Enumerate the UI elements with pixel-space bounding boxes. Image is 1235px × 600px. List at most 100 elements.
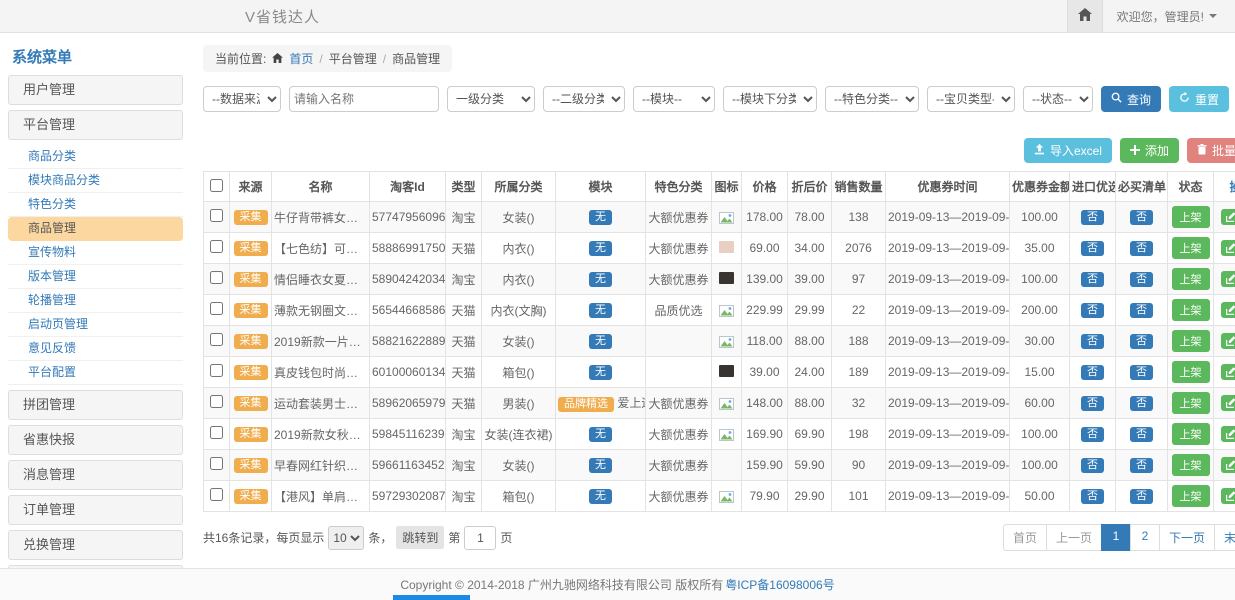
module-sub-category-select[interactable]: --模块下分类-- [723,86,817,112]
table-row: 采集早春网红针织外套女春...596611634525淘宝女装()无大额优惠券1… [204,450,1235,481]
sidebar-item-version-mgmt[interactable]: 版本管理 [8,265,183,289]
cell-discount-price: 39.00 [788,264,832,295]
sidebar-item-platform-mgmt[interactable]: 平台管理 [8,110,183,140]
sidebar-item-saving-news[interactable]: 省惠快报 [8,425,183,455]
cell-feature: 大额优惠券 [646,202,712,233]
batch-delete-button[interactable]: 批量删除 [1187,138,1235,163]
module-select[interactable]: --模块-- [633,86,715,112]
cell-feature: 大额优惠券 [646,450,712,481]
item-type-select[interactable]: --宝贝类型-- [927,86,1015,112]
edit-button[interactable] [1221,209,1235,225]
cell-feature: 品质优选 [646,295,712,326]
pager-item-末页[interactable]: 末页 [1214,524,1235,551]
row-checkbox[interactable] [210,209,223,222]
pager-item-1[interactable]: 1 [1101,524,1131,551]
cell-name: 【港风】单肩斜跨链条... [272,481,370,512]
page-body: 系统菜单 用户管理平台管理商品分类模块商品分类特色分类商品管理宣传物料版本管理轮… [0,33,1235,568]
pager-item-首页[interactable]: 首页 [1003,524,1047,551]
sidebar-item-splash-mgmt[interactable]: 启动页管理 [8,313,183,337]
pager-item-2[interactable]: 2 [1130,524,1160,551]
edit-button[interactable] [1221,333,1235,349]
sidebar-item-user-mgmt[interactable]: 用户管理 [8,75,183,105]
row-checkbox[interactable] [210,488,223,501]
feature-category-select[interactable]: --特色分类-- [825,86,919,112]
status-button[interactable]: 上架 [1172,423,1210,445]
row-checkbox[interactable] [210,426,223,439]
sidebar-item-feature-category[interactable]: 特色分类 [8,193,183,217]
row-checkbox[interactable] [210,395,223,408]
import-excel-button[interactable]: 导入excel [1024,138,1112,163]
status-button[interactable]: 上架 [1172,237,1210,259]
edit-button[interactable] [1221,364,1235,380]
edit-button[interactable] [1221,426,1235,442]
edit-button[interactable] [1221,240,1235,256]
table-row: 采集情侣睡衣女夏丝绸男士...589042420344淘宝内衣()无大额优惠券1… [204,264,1235,295]
main-content: 当前位置: 首页 / 平台管理 / 商品管理 --数据来源--一级分类--二级分… [183,33,1235,568]
cell-status: 上架 [1168,264,1214,295]
status-select[interactable]: --状态-- [1023,86,1093,112]
data-source-select[interactable]: --数据来源-- [203,86,281,112]
row-checkbox[interactable] [210,240,223,253]
status-button[interactable]: 上架 [1172,206,1210,228]
sidebar-item-exchange-mgmt[interactable]: 兑换管理 [8,530,183,560]
status-button[interactable]: 上架 [1172,485,1210,507]
sidebar-item-module-product-category[interactable]: 模块商品分类 [8,169,183,193]
row-checkbox[interactable] [210,271,223,284]
module-badge: 无 [589,272,612,287]
sidebar-item-platform-config[interactable]: 平台配置 [8,361,183,385]
status-button[interactable]: 上架 [1172,268,1210,290]
row-checkbox[interactable] [210,364,223,377]
table-row: 采集2019新款女秋薄款...598451162391淘宝女装(连衣裙)无大额优… [204,419,1235,450]
level2-category-select[interactable]: --二级分类-- [543,86,625,112]
cell-taoke-id: 577479560965 [370,202,446,233]
sidebar-item-carousel-mgmt[interactable]: 轮播管理 [8,289,183,313]
cell-import-select: 否 [1070,388,1116,419]
status-button[interactable]: 上架 [1172,299,1210,321]
icp-link[interactable]: 粤ICP备16098006号 [725,576,834,593]
name-input[interactable] [289,86,439,112]
edit-button[interactable] [1221,395,1235,411]
sidebar-item-group-buy-mgmt[interactable]: 拼团管理 [8,390,183,420]
jump-page-input[interactable] [464,526,496,550]
cell-status: 上架 [1168,388,1214,419]
home-button[interactable] [1067,0,1103,32]
status-button[interactable]: 上架 [1172,392,1210,414]
status-button[interactable]: 上架 [1172,330,1210,352]
reset-button[interactable]: 重置 [1169,86,1229,112]
level1-category-select[interactable]: 一级分类 [447,86,535,112]
edit-button[interactable] [1221,271,1235,287]
cell-price: 139.00 [742,264,788,295]
sidebar-item-order-mgmt[interactable]: 订单管理 [8,495,183,525]
sidebar-item-product-mgmt[interactable]: 商品管理 [8,217,183,241]
cell-coupon-amount: 35.00 [1010,233,1070,264]
sidebar-item-message-mgmt[interactable]: 消息管理 [8,460,183,490]
edit-button[interactable] [1221,302,1235,318]
col-header-module: 模块 [556,172,646,202]
import-select-badge: 否 [1081,303,1104,318]
cell-actions [1214,264,1235,295]
breadcrumb-home-link[interactable]: 首页 [289,50,313,67]
pager-item-上一页[interactable]: 上一页 [1046,524,1102,551]
sidebar-item-promo-material[interactable]: 宣传物料 [8,241,183,265]
pagination-summary: 共16条记录，每页显示 10 条， 跳转到 第 页 [203,526,512,550]
status-button[interactable]: 上架 [1172,454,1210,476]
add-button[interactable]: 添加 [1120,138,1179,163]
status-button[interactable]: 上架 [1172,361,1210,383]
user-menu[interactable]: 欢迎您，管理员! [1103,8,1235,25]
sidebar-item-feedback[interactable]: 意见反馈 [8,337,183,361]
row-checkbox[interactable] [210,457,223,470]
jump-to-button[interactable]: 跳转到 [396,526,444,549]
page-size-select[interactable]: 10 [328,526,364,550]
row-checkbox[interactable] [210,333,223,346]
row-checkbox[interactable] [210,302,223,315]
cell-discount-price: 24.00 [788,357,832,388]
cell-actions [1214,388,1235,419]
select-all-checkbox[interactable] [210,179,223,192]
search-button[interactable]: 查询 [1101,86,1161,112]
cell-coupon-amount: 100.00 [1010,264,1070,295]
edit-button[interactable] [1221,488,1235,504]
sidebar-item-product-category[interactable]: 商品分类 [8,145,183,169]
cell-name: 【七色纺】可爱纯棉家... [272,233,370,264]
pager-item-下一页[interactable]: 下一页 [1159,524,1215,551]
edit-button[interactable] [1221,457,1235,473]
